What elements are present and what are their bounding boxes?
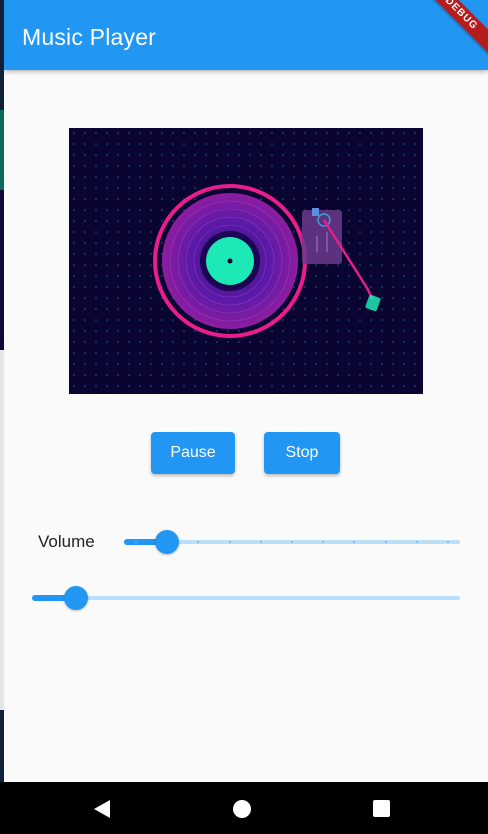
turntable-illustration-icon <box>69 128 423 394</box>
volume-slider[interactable] <box>124 529 460 555</box>
slider-tick <box>259 541 262 543</box>
slider-tick <box>291 541 293 543</box>
system-nav-bar <box>0 782 488 834</box>
stop-button[interactable]: Stop <box>264 432 340 474</box>
slider-thumb[interactable] <box>64 586 89 610</box>
slider-tick <box>447 541 449 543</box>
home-circle-icon[interactable] <box>233 800 251 818</box>
slider-tick <box>415 541 418 543</box>
volume-label: Volume <box>38 532 95 551</box>
slider-tick <box>384 541 387 543</box>
turntable-artwork <box>69 128 423 394</box>
recents-square-icon[interactable] <box>373 800 390 817</box>
app-bar: Music Player <box>4 0 488 70</box>
app-title: Music Player <box>22 24 157 50</box>
slider-track <box>32 596 460 600</box>
slider-thumb[interactable] <box>155 530 180 554</box>
slider-tick <box>135 541 137 543</box>
pause-button[interactable]: Pause <box>151 432 235 474</box>
app-screen: Music Player DEBUG Pause Stop Volume <box>4 0 488 782</box>
slider-tick <box>228 541 231 543</box>
back-triangle-icon[interactable] <box>94 800 110 818</box>
seek-slider[interactable] <box>32 585 460 611</box>
